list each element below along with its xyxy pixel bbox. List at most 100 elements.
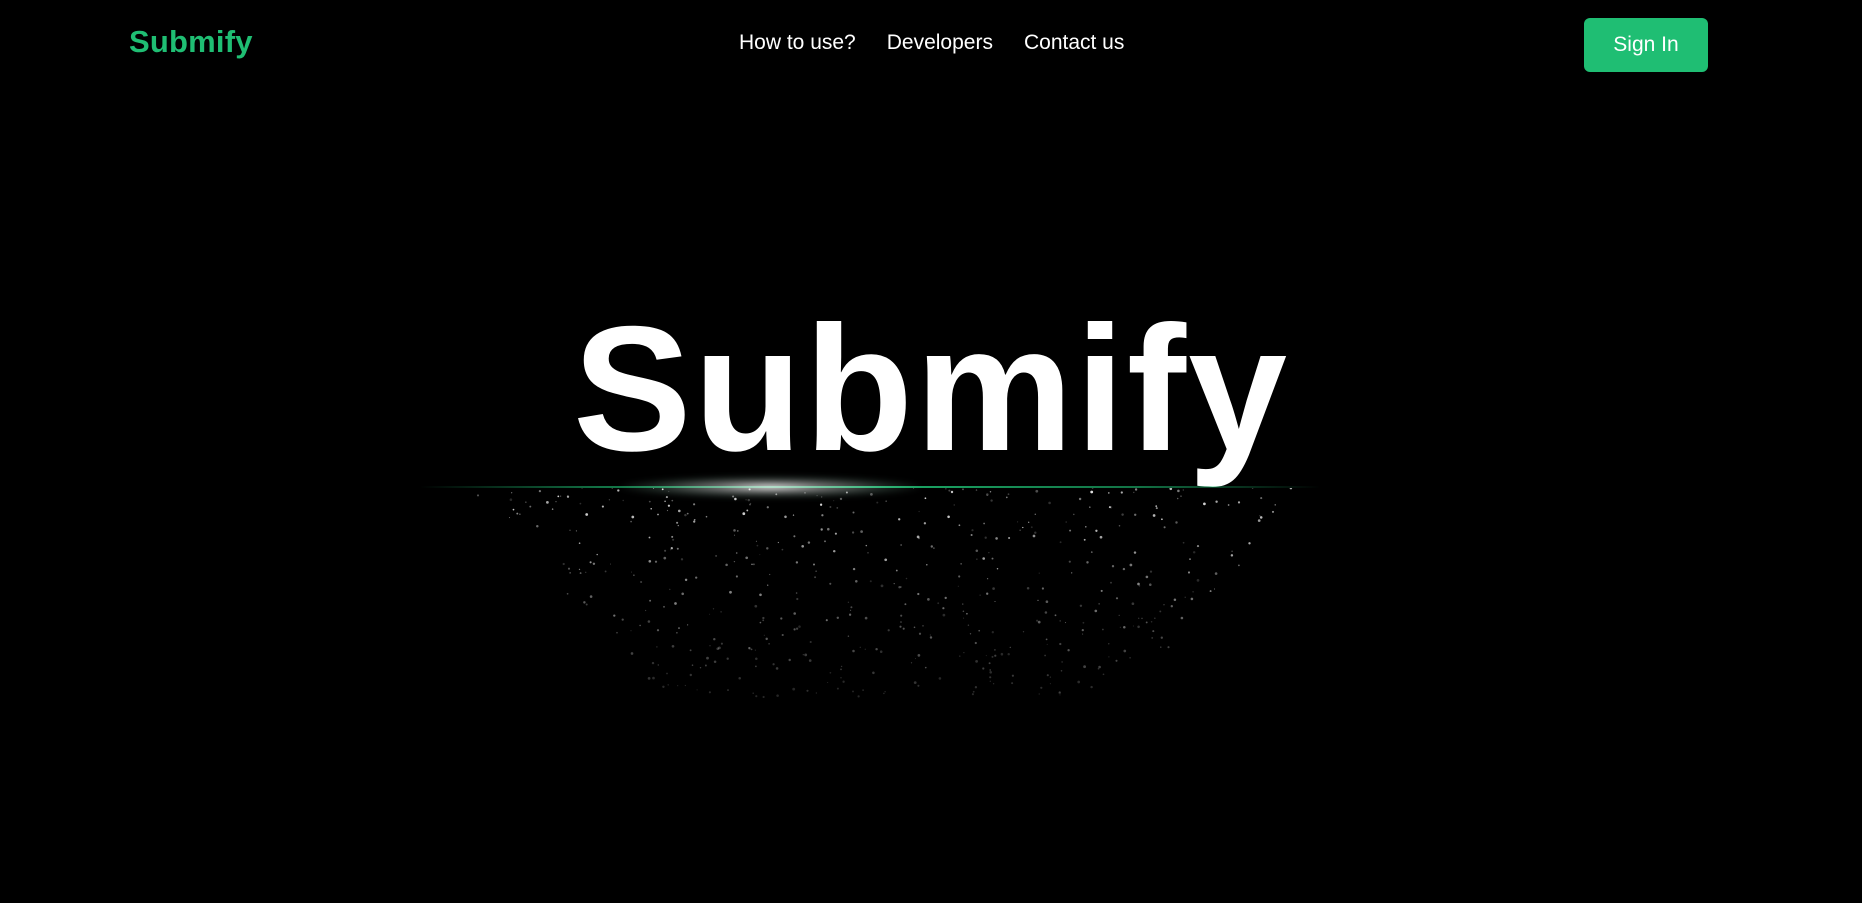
nav-link-contact-us[interactable]: Contact us bbox=[1024, 31, 1124, 55]
particle-dot bbox=[1091, 488, 1094, 489]
particle-dot bbox=[766, 506, 769, 509]
particle-dot bbox=[709, 613, 711, 615]
particle-dot bbox=[814, 576, 817, 579]
particle-dot bbox=[727, 689, 729, 692]
particle-dot bbox=[900, 614, 903, 617]
particle-dot bbox=[693, 520, 696, 523]
hero-title: Submify bbox=[572, 289, 1290, 488]
particle-dot bbox=[630, 520, 632, 523]
particle-dot bbox=[691, 664, 694, 666]
particle-dot bbox=[992, 587, 995, 590]
particle-dot bbox=[581, 488, 583, 489]
particle-dot bbox=[768, 642, 770, 645]
particle-dot bbox=[617, 489, 620, 492]
particle-dot bbox=[1097, 667, 1100, 670]
particle-dot bbox=[657, 513, 659, 516]
particle-dot bbox=[583, 601, 586, 604]
particle-dot bbox=[772, 663, 775, 666]
particle-dot bbox=[674, 602, 677, 605]
particle-dot bbox=[784, 515, 787, 519]
particle-dot bbox=[827, 527, 830, 531]
particle-dot bbox=[755, 540, 757, 542]
particle-dot bbox=[929, 636, 933, 639]
particle-dot bbox=[656, 646, 658, 648]
particle-dot bbox=[709, 645, 711, 647]
particle-dot bbox=[984, 536, 987, 539]
particle-dot bbox=[1040, 686, 1043, 689]
particle-dot bbox=[1032, 534, 1036, 538]
nav-link-developers[interactable]: Developers bbox=[887, 31, 993, 55]
particle-dot bbox=[1118, 614, 1120, 617]
particle-dot bbox=[1035, 489, 1039, 493]
sign-in-button[interactable]: Sign In bbox=[1584, 18, 1708, 72]
particle-dot bbox=[1163, 604, 1165, 606]
particle-dot bbox=[872, 671, 875, 675]
particle-dot bbox=[1086, 561, 1089, 564]
particle-dot bbox=[1037, 620, 1041, 624]
particle-dot bbox=[1231, 550, 1233, 553]
brand-logo[interactable]: Submify bbox=[129, 24, 253, 60]
particle-dot bbox=[1046, 674, 1049, 677]
particle-dot bbox=[960, 563, 962, 565]
particle-dot bbox=[905, 577, 908, 580]
particle-dot bbox=[666, 672, 668, 675]
particle-dot bbox=[1059, 694, 1061, 696]
particle-dot bbox=[644, 609, 647, 612]
particle-dot bbox=[847, 601, 850, 603]
particle-dot bbox=[706, 656, 709, 660]
particle-dot bbox=[718, 646, 721, 650]
particle-dot bbox=[689, 649, 692, 652]
particle-dot bbox=[1044, 611, 1048, 614]
particle-dot bbox=[589, 595, 593, 598]
particle-dot bbox=[795, 627, 799, 630]
particle-dot bbox=[969, 633, 972, 635]
particle-dot bbox=[1152, 630, 1155, 633]
particle-dot bbox=[650, 508, 652, 510]
particle-dot bbox=[750, 648, 753, 651]
particle-dot bbox=[776, 694, 779, 697]
particle-dot bbox=[793, 628, 796, 631]
particle-dot bbox=[733, 560, 736, 563]
particle-dot bbox=[1213, 588, 1216, 590]
particle-dot bbox=[867, 552, 869, 554]
particle-dot bbox=[705, 515, 708, 518]
particle-dot bbox=[525, 501, 527, 503]
particle-dot bbox=[1141, 617, 1143, 620]
particle-dot bbox=[924, 497, 927, 500]
particle-dot bbox=[699, 666, 702, 669]
particle-dot bbox=[1044, 654, 1046, 657]
particle-dot bbox=[792, 514, 795, 516]
particle-dot bbox=[648, 536, 651, 539]
particle-dot bbox=[1145, 575, 1149, 579]
particle-dot bbox=[986, 592, 989, 595]
particle-dot bbox=[756, 544, 759, 547]
particle-dot bbox=[1007, 493, 1010, 496]
particle-dot bbox=[962, 603, 964, 605]
particle-dot bbox=[589, 561, 592, 564]
particle-dot bbox=[1090, 685, 1093, 689]
particle-dot bbox=[829, 506, 832, 508]
particle-dot bbox=[755, 657, 758, 661]
particle-dot bbox=[762, 619, 765, 622]
particle-dot bbox=[762, 695, 765, 698]
particle-dot bbox=[1005, 496, 1008, 499]
nav-link-how-to-use[interactable]: How to use? bbox=[739, 31, 856, 55]
particle-dot bbox=[860, 530, 863, 533]
particle-dot bbox=[734, 497, 737, 501]
particle-dot bbox=[630, 630, 632, 632]
particle-dot bbox=[639, 624, 641, 627]
particle-dot bbox=[621, 618, 624, 621]
particle-dot bbox=[575, 530, 577, 532]
particle-dot bbox=[781, 548, 784, 551]
particle-dot bbox=[633, 574, 635, 576]
particle-dot bbox=[569, 572, 571, 574]
particle-dot bbox=[989, 491, 992, 493]
particle-dot bbox=[693, 518, 696, 521]
particle-dot bbox=[651, 661, 655, 665]
particle-dot bbox=[1111, 565, 1115, 568]
particle-dot bbox=[994, 600, 996, 603]
particle-dot bbox=[1170, 605, 1173, 608]
particle-dot bbox=[616, 631, 618, 634]
particle-dot bbox=[745, 499, 747, 501]
particle-dot bbox=[747, 498, 751, 502]
